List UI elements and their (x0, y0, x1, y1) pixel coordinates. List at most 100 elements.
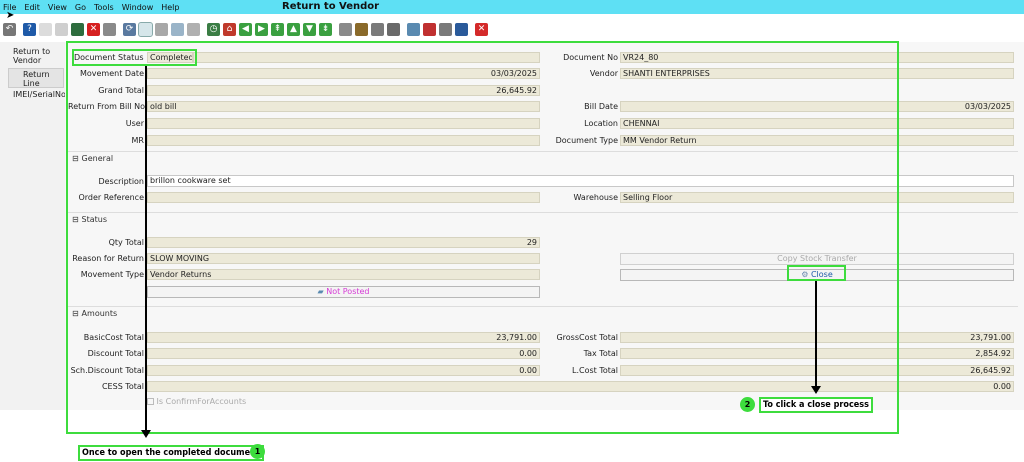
menu-bar: File Edit View Go Tools Window Help (0, 2, 183, 14)
copy-record-icon[interactable] (55, 22, 68, 36)
step-badge-2: 2 (740, 397, 755, 412)
arrow-2-head (811, 386, 821, 394)
attachment-icon[interactable] (155, 22, 168, 36)
not-posted-button[interactable]: ▰ Not Posted (147, 286, 540, 298)
document-no-field[interactable]: VR24_80 (620, 52, 1014, 63)
order-reference-field[interactable] (147, 192, 540, 203)
general-section[interactable]: ⊟ General (68, 151, 1018, 166)
posting-icon: ▰ (317, 287, 324, 296)
tab-imei-serial[interactable]: IMEI/SerialNo (13, 90, 66, 99)
document-type-field[interactable]: MM Vendor Return (620, 135, 1014, 146)
help-icon[interactable]: ? (23, 22, 36, 36)
tax-field: 2,854.92 (620, 348, 1014, 359)
menu-tools[interactable]: Tools (90, 2, 118, 14)
discount-label: Discount Total (87, 349, 144, 358)
home-icon[interactable]: ⌂ (223, 22, 236, 36)
document-type-label: Document Type (555, 136, 618, 145)
order-reference-label: Order Reference (78, 193, 144, 202)
description-label: Description (98, 177, 144, 186)
collapse-icon: ⊟ (72, 309, 79, 318)
warehouse-field[interactable]: Selling Floor (620, 192, 1014, 203)
menu-view[interactable]: View (44, 2, 71, 14)
not-posted-label: Not Posted (326, 287, 370, 296)
toolbar: ↶? ✕ ⟳ ◷ ⌂ ◀ ▶ ⇞ ▲ ▼ ⇟ ✕ (0, 17, 1024, 41)
report-icon[interactable] (103, 22, 116, 36)
description-field[interactable]: brillon cookware set (147, 175, 1014, 187)
arrow-1-head (141, 430, 151, 438)
window-title: Return to Vendor (282, 1, 380, 12)
print-preview-icon[interactable] (371, 22, 384, 36)
request-icon[interactable] (439, 22, 452, 36)
warehouse-label: Warehouse (573, 193, 618, 202)
undo-icon[interactable]: ↶ (3, 22, 16, 36)
mouse-cursor-icon: ➤ (6, 10, 15, 21)
reason-for-return-label: Reason for Return (72, 254, 144, 263)
delete-icon[interactable]: ✕ (87, 22, 100, 36)
return-from-bill-field[interactable]: old bill (147, 101, 540, 112)
workflow-icon[interactable] (423, 22, 436, 36)
multi-record-icon[interactable] (187, 22, 200, 36)
qty-total-label: Qty Total (108, 238, 144, 247)
vendor-label: Vendor (589, 69, 618, 78)
previous-record-icon[interactable]: ▲ (287, 22, 300, 36)
menu-window[interactable]: Window (118, 2, 158, 14)
callout-close-process: To click a close process (759, 397, 873, 413)
cess-label: CESS Total (101, 382, 144, 391)
close-process-icon: ⚙ (801, 270, 809, 279)
callout-open-document: Once to open the completed document (78, 445, 264, 461)
menu-help[interactable]: Help (157, 2, 183, 14)
last-record-icon[interactable]: ⇟ (319, 22, 332, 36)
location-field[interactable]: CHENNAI (620, 118, 1014, 129)
document-status-label: Document Status (74, 53, 144, 62)
first-record-icon[interactable]: ⇞ (271, 22, 284, 36)
discount-field: 0.00 (147, 348, 540, 359)
movement-type-label: Movement Type (80, 270, 144, 279)
amounts-section[interactable]: ⊟ Amounts (68, 306, 1018, 321)
chat-icon[interactable] (171, 22, 184, 36)
return-from-bill-label: Return From Bill No (68, 102, 146, 111)
basic-cost-label: BasicCost Total (83, 333, 144, 342)
mr-field[interactable] (147, 135, 540, 146)
process-icon[interactable] (455, 22, 468, 36)
product-icon[interactable] (355, 22, 368, 36)
exit-icon[interactable]: ✕ (475, 22, 488, 36)
tab-return-line[interactable]: Return Line (8, 68, 64, 88)
save-icon[interactable] (71, 22, 84, 36)
previous-icon[interactable]: ◀ (239, 22, 252, 36)
gross-cost-field: 23,791.00 (620, 332, 1014, 343)
lcost-field: 26,645.92 (620, 365, 1014, 376)
confirm-for-accounts-label: Is ConfirmForAccounts (156, 397, 247, 406)
user-field[interactable] (147, 118, 540, 129)
next-record-icon[interactable]: ▼ (303, 22, 316, 36)
status-section[interactable]: ⊟ Status (68, 212, 1018, 227)
vendor-field[interactable]: SHANTI ENTERPRISES (620, 68, 1014, 79)
refresh-icon[interactable]: ⟳ (123, 22, 136, 36)
movement-type-field[interactable]: Vendor Returns (147, 269, 540, 280)
bill-date-field[interactable]: 03/03/2025 (620, 101, 1014, 112)
zoom-icon[interactable] (407, 22, 420, 36)
collapse-icon: ⊟ (72, 215, 79, 224)
find-icon[interactable] (138, 21, 153, 37)
arrow-1-line (145, 66, 147, 430)
document-no-label: Document No (563, 53, 618, 62)
archive-icon[interactable] (339, 22, 352, 36)
close-button[interactable]: ⚙ Close (620, 269, 1014, 281)
next-icon[interactable]: ▶ (255, 22, 268, 36)
print-icon[interactable] (387, 22, 400, 36)
tab-return-to-vendor[interactable]: Return to Vendor (13, 47, 57, 65)
history-icon[interactable]: ◷ (207, 22, 220, 36)
document-status-field: Completed (147, 52, 193, 63)
grand-total-field: 26,645.92 (147, 85, 540, 96)
confirm-for-accounts-checkbox[interactable]: Is ConfirmForAccounts (147, 397, 246, 406)
step-badge-1: 1 (250, 444, 265, 459)
user-label: User (125, 119, 144, 128)
amounts-section-title: Amounts (81, 309, 118, 318)
reason-for-return-field[interactable]: SLOW MOVING (147, 253, 540, 264)
tab-panel: Return to Vendor Return Line IMEI/Serial… (0, 42, 66, 410)
movement-date-field[interactable]: 03/03/2025 (147, 68, 540, 79)
menu-go[interactable]: Go (71, 2, 90, 14)
movement-date-label: Movement Date (79, 69, 144, 78)
menu-edit[interactable]: Edit (20, 2, 44, 14)
new-record-icon[interactable] (39, 22, 52, 36)
basic-cost-field: 23,791.00 (147, 332, 540, 343)
